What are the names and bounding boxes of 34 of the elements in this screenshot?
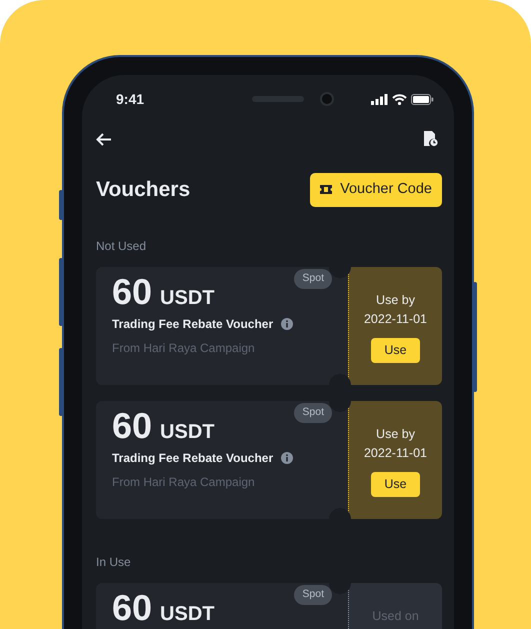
section-heading: Not Used: [96, 238, 148, 255]
info-icon[interactable]: [281, 318, 294, 330]
stub-date: 2022-11-01: [364, 445, 427, 462]
voucher-amount: 60: [112, 270, 152, 312]
voucher-currency: USDT: [160, 286, 214, 311]
voucher-name: Trading Fee Rebate Voucher: [112, 316, 274, 333]
wifi-icon: [392, 94, 407, 104]
use-button[interactable]: Use: [371, 338, 420, 363]
voucher-name: Trading Fee Rebate Voucher: [112, 450, 274, 467]
stub-date: 2022-11-01: [364, 311, 427, 328]
use-button[interactable]: Use: [371, 472, 420, 497]
voucher-currency: USDT: [160, 602, 214, 627]
voucher-source: From Hari Raya Campaign: [112, 340, 256, 357]
ticket-icon: [320, 185, 332, 194]
back-arrow-icon[interactable]: [96, 132, 112, 146]
info-icon[interactable]: [281, 452, 294, 464]
stub-label: Use by: [376, 426, 415, 443]
market-tag: Spot: [294, 402, 332, 422]
stub-label: Used on: [372, 608, 419, 625]
voucher-amount: 60: [112, 404, 152, 446]
voucher-amount: 60: [112, 586, 152, 628]
market-tag: Spot: [294, 268, 332, 288]
market-tag: Spot: [294, 584, 332, 604]
voucher-source: From Hari Raya Campaign: [112, 474, 256, 491]
stub-label: Use by: [376, 292, 415, 309]
signal-icon: [371, 94, 388, 104]
status-time: 9:41: [116, 90, 144, 108]
voucher-code-button[interactable]: Voucher Code: [310, 173, 442, 207]
document-clock-icon[interactable]: [424, 131, 438, 147]
battery-icon: [411, 94, 434, 104]
camera-lens: [320, 92, 334, 106]
section-heading: In Use: [96, 554, 132, 571]
page-title: Vouchers: [96, 177, 190, 204]
voucher-currency: USDT: [160, 420, 214, 445]
